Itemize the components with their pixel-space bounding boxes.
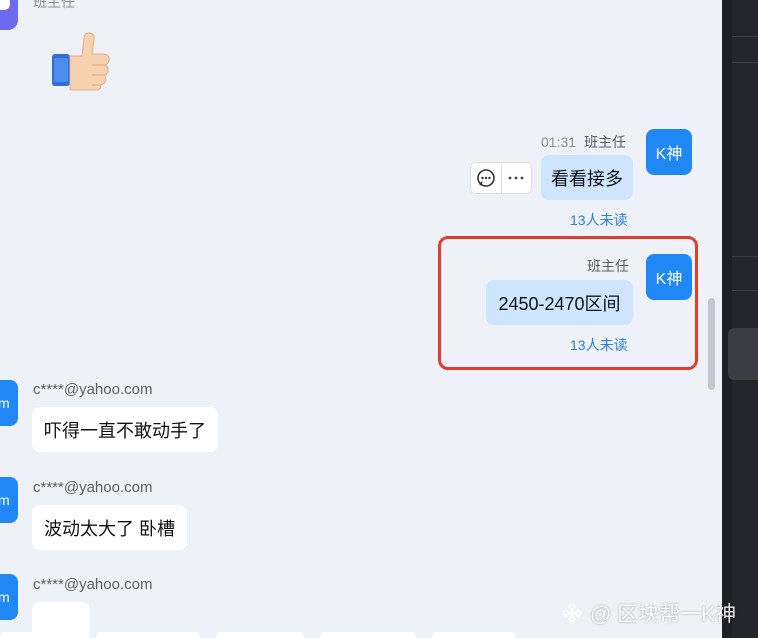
message-meta: 01:31 班主任 bbox=[541, 132, 626, 152]
bottom-tab[interactable] bbox=[320, 632, 416, 638]
sender-email: c****@yahoo.com bbox=[33, 381, 153, 398]
divider bbox=[732, 256, 758, 257]
divider bbox=[732, 36, 758, 37]
sender-name: 班主任 bbox=[33, 0, 75, 10]
sender-avatar[interactable] bbox=[0, 0, 18, 30]
sender-avatar[interactable]: m bbox=[0, 380, 18, 426]
panel-handle[interactable] bbox=[728, 328, 758, 380]
message-bubble[interactable]: 波动太大了 卧槽 bbox=[32, 505, 188, 550]
chat-area: 班主任 01:31 班主任 K神 看看接多 13人未读 班主任 K神 2450-2… bbox=[0, 0, 722, 638]
more-dots-icon[interactable] bbox=[500, 163, 532, 193]
scrollbar[interactable] bbox=[708, 298, 715, 390]
thumbs-up-emoji-icon bbox=[52, 32, 110, 91]
watermark-text: @ 区块帮一K神 bbox=[590, 603, 737, 626]
sender-email: c****@yahoo.com bbox=[33, 479, 153, 496]
bottom-tab[interactable] bbox=[0, 632, 80, 638]
divider bbox=[732, 290, 758, 291]
sender-avatar[interactable]: m bbox=[0, 574, 18, 620]
highlight-box bbox=[438, 236, 698, 370]
message-bubble[interactable]: 看看接多 bbox=[541, 155, 633, 200]
reply-comment-icon[interactable] bbox=[471, 163, 501, 193]
bottom-tab[interactable] bbox=[216, 632, 304, 638]
message-bubble[interactable]: 吓得一直不敢动手了 bbox=[32, 407, 218, 452]
sender-email: c****@yahoo.com bbox=[33, 576, 153, 593]
message-actions bbox=[470, 162, 532, 194]
message-time: 01:31 bbox=[541, 134, 577, 150]
message-sender: 班主任 bbox=[584, 134, 627, 150]
right-panel bbox=[722, 0, 758, 638]
binance-logo-icon bbox=[561, 602, 583, 624]
bottom-tab[interactable] bbox=[432, 632, 516, 638]
avatar-k[interactable]: K神 bbox=[646, 129, 692, 175]
panel-divider bbox=[722, 0, 732, 638]
unread-count[interactable]: 13人未读 bbox=[570, 210, 628, 230]
bottom-tab[interactable] bbox=[96, 632, 200, 638]
watermark: @ 区块帮一K神 bbox=[560, 598, 736, 628]
divider bbox=[732, 62, 758, 63]
sender-avatar[interactable]: m bbox=[0, 477, 18, 523]
